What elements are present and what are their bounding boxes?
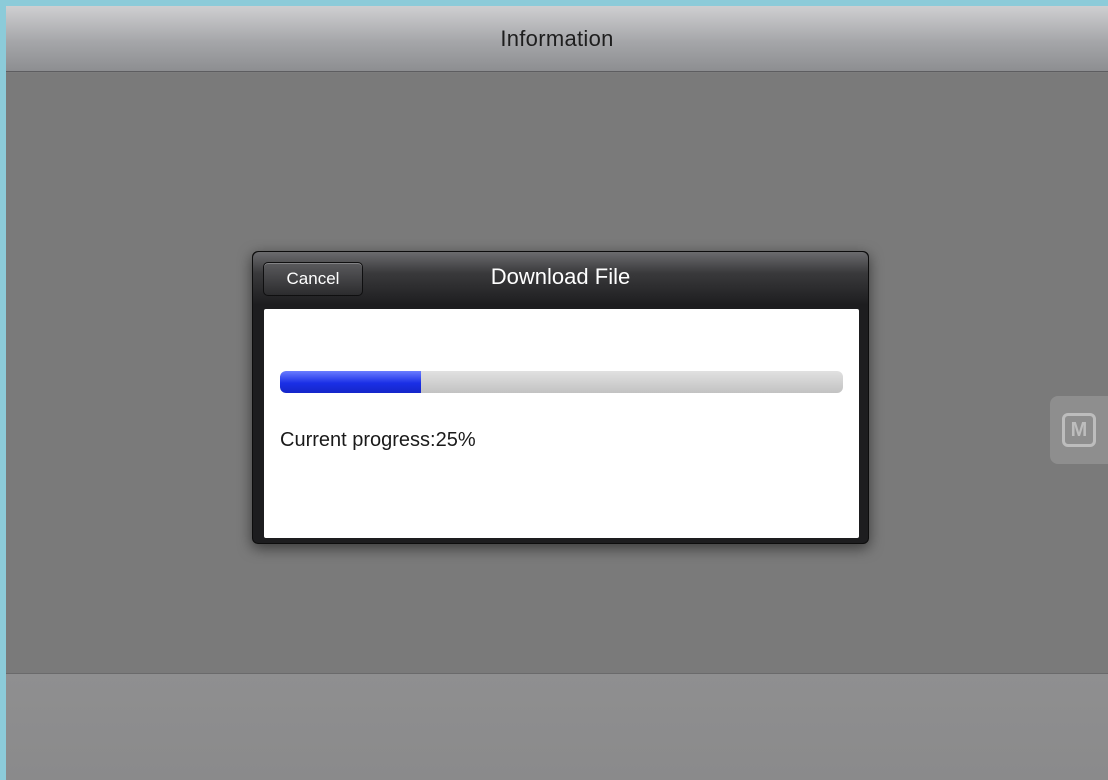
- progress-bar-fill: [280, 371, 421, 393]
- dialog-body: Current progress:25%: [264, 309, 859, 538]
- side-tab-label: M: [1070, 418, 1088, 441]
- m-icon: M: [1062, 413, 1096, 447]
- cancel-button-label: Cancel: [286, 269, 340, 288]
- progress-bar: [280, 371, 843, 393]
- side-tab-button[interactable]: M: [1050, 396, 1108, 464]
- bottom-bar: [6, 673, 1108, 780]
- app-frame: Information M Download File Cancel Curre…: [6, 6, 1108, 780]
- progress-text: Current progress:25%: [280, 429, 476, 451]
- page-title: Information: [500, 25, 614, 51]
- cancel-button[interactable]: Cancel: [263, 262, 363, 296]
- dialog-header: Download File Cancel: [253, 252, 868, 304]
- download-dialog: Download File Cancel Current progress:25…: [252, 251, 869, 544]
- title-bar: Information: [6, 6, 1108, 72]
